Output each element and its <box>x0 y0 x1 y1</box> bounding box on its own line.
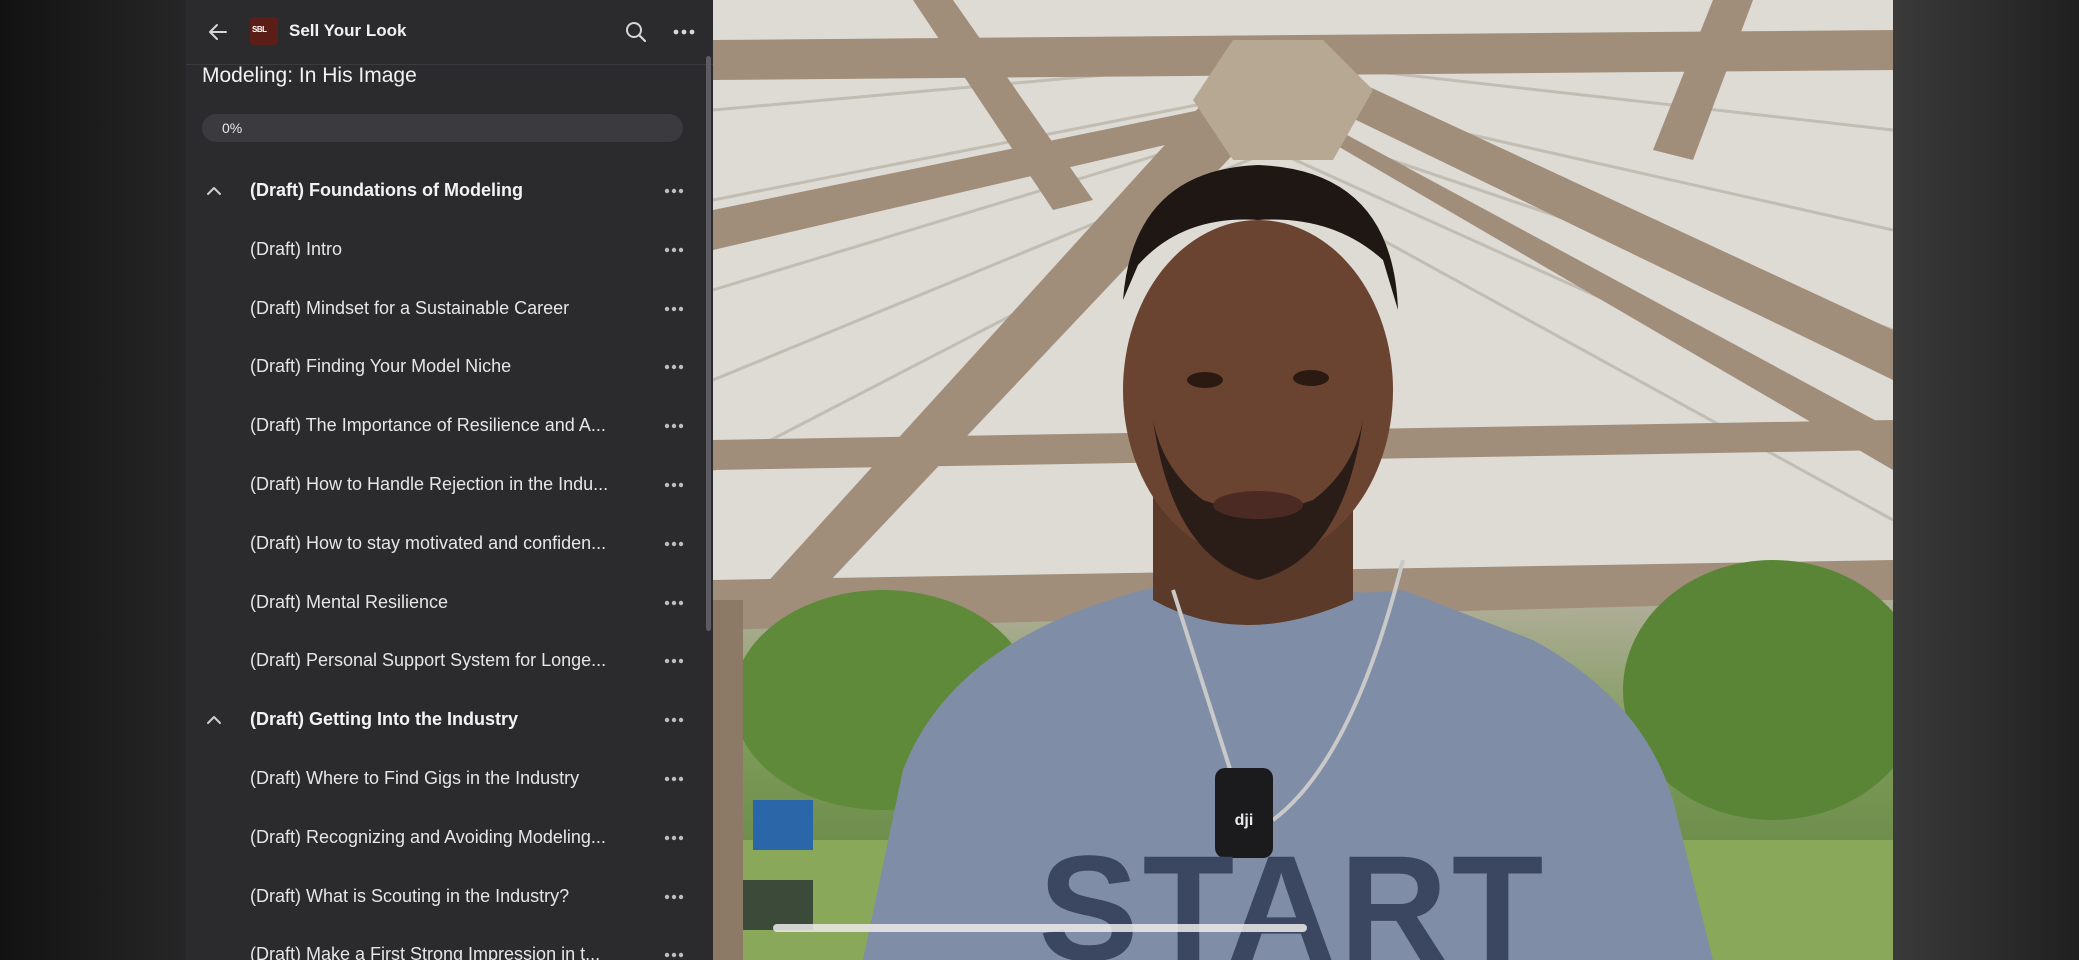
chevron-up-icon <box>207 716 221 725</box>
lesson-item[interactable]: (Draft) Personal Support System for Long… <box>186 632 702 691</box>
lesson-item[interactable]: (Draft) Where to Find Gigs in the Indust… <box>186 750 702 809</box>
lesson-item[interactable]: (Draft) Intro <box>186 221 702 280</box>
more-horizontal-icon <box>664 482 684 488</box>
lesson-list: (Draft) Foundations of Modeling (Draft) I… <box>186 162 702 960</box>
more-horizontal-icon <box>664 835 684 840</box>
more-horizontal-icon <box>664 365 684 370</box>
item-options-button[interactable] <box>658 822 690 854</box>
more-horizontal-icon <box>664 776 684 782</box>
item-options-button[interactable] <box>658 763 690 795</box>
sidebar-scrollbar[interactable] <box>706 56 711 631</box>
section-title: (Draft) Foundations of Modeling <box>250 180 523 200</box>
left-backdrop <box>0 0 186 960</box>
more-horizontal-icon <box>664 541 684 546</box>
more-horizontal-icon <box>664 600 684 605</box>
lesson-item[interactable]: (Draft) Recognizing and Avoiding Modelin… <box>186 809 702 868</box>
collapse-section-button[interactable] <box>198 704 230 736</box>
more-options-button[interactable] <box>668 16 700 48</box>
search-button[interactable] <box>620 16 652 48</box>
lesson-title: (Draft) How to stay motivated and confid… <box>250 532 607 553</box>
section-title: (Draft) Getting Into the Industry <box>250 709 518 730</box>
item-options-button[interactable] <box>658 881 690 913</box>
item-options-button[interactable] <box>658 410 690 442</box>
right-backdrop <box>1893 0 2079 960</box>
section-header[interactable]: (Draft) Getting Into the Industry <box>186 691 702 750</box>
course-sidebar: SBL Sell Your Look Modeling: In His Imag… <box>186 0 713 960</box>
lesson-title: (Draft) Make a First Strong Impression i… <box>250 944 601 960</box>
shirt-text: START <box>1039 824 1548 960</box>
more-horizontal-icon <box>664 188 684 194</box>
progress-label: 0% <box>222 120 243 136</box>
lesson-title: (Draft) Recognizing and Avoiding Modelin… <box>250 826 606 847</box>
lesson-item[interactable]: (Draft) Make a First Strong Impression i… <box>186 926 702 960</box>
more-horizontal-icon <box>664 306 684 311</box>
lesson-title: (Draft) Intro <box>250 238 343 259</box>
lesson-title: (Draft) What is Scouting in the Industry… <box>250 885 570 906</box>
video-player[interactable]: dji START <box>713 0 1893 960</box>
search-icon <box>626 22 647 43</box>
item-options-button[interactable] <box>658 939 690 960</box>
top-bar: SBL Sell Your Look <box>186 0 713 65</box>
more-horizontal-icon <box>673 29 695 35</box>
lesson-title: (Draft) Finding Your Model Niche <box>250 356 512 377</box>
home-indicator[interactable] <box>773 924 1307 932</box>
lesson-item[interactable]: (Draft) Mindset for a Sustainable Career <box>186 280 702 339</box>
more-horizontal-icon <box>664 717 684 723</box>
item-options-button[interactable] <box>658 587 690 619</box>
lesson-title: (Draft) Where to Find Gigs in the Indust… <box>250 767 580 788</box>
app-logo: SBL <box>250 17 278 45</box>
lesson-title: (Draft) Mental Resilience <box>250 591 449 612</box>
more-horizontal-icon <box>664 659 684 664</box>
app-logo-text: SBL <box>252 25 267 34</box>
collapse-section-button[interactable] <box>198 175 230 207</box>
item-options-button[interactable] <box>658 528 690 560</box>
item-options-button[interactable] <box>658 704 690 736</box>
more-horizontal-icon <box>664 423 684 429</box>
lesson-item[interactable]: (Draft) How to stay motivated and confid… <box>186 515 702 574</box>
item-options-button[interactable] <box>658 645 690 677</box>
video-frame: dji START <box>713 0 1893 960</box>
more-horizontal-icon <box>664 894 684 899</box>
item-options-button[interactable] <box>658 234 690 266</box>
item-options-button[interactable] <box>658 469 690 501</box>
item-options-button[interactable] <box>658 351 690 383</box>
section-header[interactable]: (Draft) Foundations of Modeling <box>186 162 702 221</box>
item-options-button[interactable] <box>658 175 690 207</box>
lesson-item[interactable]: (Draft) What is Scouting in the Industry… <box>186 868 702 927</box>
item-options-button[interactable] <box>658 293 690 325</box>
course-title: Modeling: In His Image <box>202 64 417 87</box>
more-horizontal-icon <box>664 247 684 252</box>
course-progress-bar: 0% <box>202 114 683 142</box>
arrow-left-icon <box>209 24 227 40</box>
lesson-item[interactable]: (Draft) Finding Your Model Niche <box>186 338 702 397</box>
lesson-title: (Draft) Personal Support System for Long… <box>250 650 607 671</box>
lesson-title: (Draft) How to Handle Rejection in the I… <box>250 473 609 494</box>
lesson-title: (Draft) Mindset for a Sustainable Career <box>250 297 570 318</box>
more-horizontal-icon <box>664 953 684 958</box>
lesson-item[interactable]: (Draft) How to Handle Rejection in the I… <box>186 456 702 515</box>
lesson-item[interactable]: (Draft) Mental Resilience <box>186 574 702 633</box>
lesson-title: (Draft) The Importance of Resilience and… <box>250 415 606 436</box>
back-button[interactable] <box>202 16 234 48</box>
chevron-up-icon <box>207 187 221 195</box>
app-title: Sell Your Look <box>289 21 407 40</box>
lesson-item[interactable]: (Draft) The Importance of Resilience and… <box>186 397 702 456</box>
